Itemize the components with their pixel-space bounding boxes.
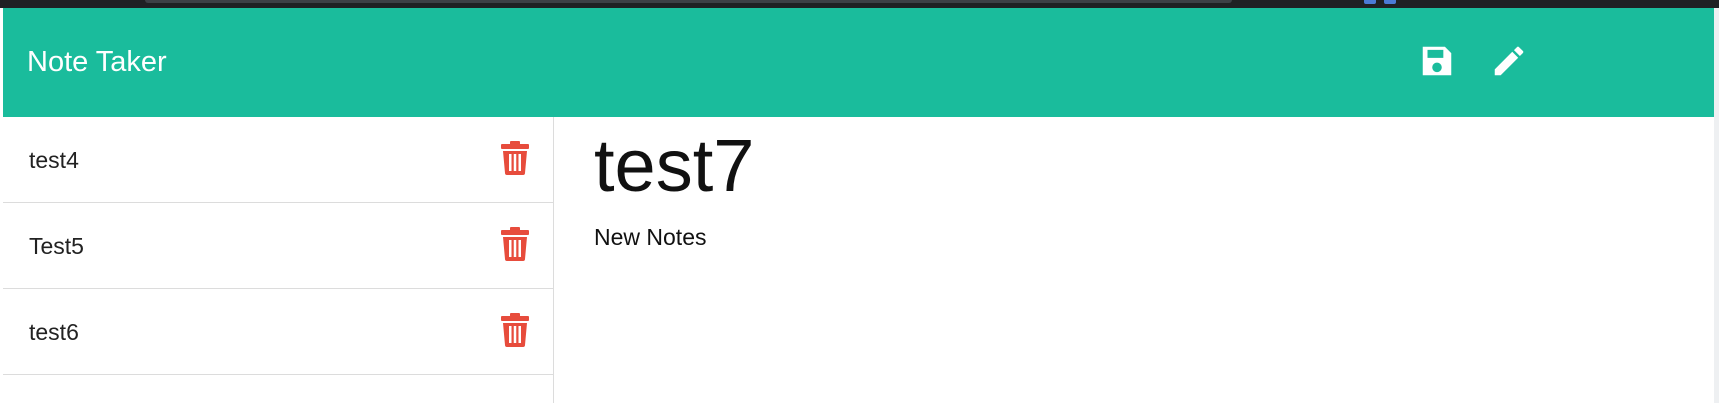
note-item-title: test4 (29, 147, 79, 173)
window-scrollbar-edge (1714, 8, 1719, 403)
trash-icon (501, 313, 529, 347)
delete-note-button[interactable] (500, 313, 530, 347)
note-text-input[interactable]: New Notes (594, 223, 1674, 383)
browser-extension-icon (1384, 0, 1396, 4)
trash-icon (501, 141, 529, 175)
new-note-button[interactable] (1489, 41, 1529, 81)
note-item-title: Test5 (29, 233, 84, 259)
note-list-item[interactable]: Test5 (3, 203, 553, 289)
save-note-button[interactable] (1417, 41, 1457, 81)
note-list-item[interactable]: test6 (3, 289, 553, 375)
browser-top-strip (0, 0, 1719, 8)
save-icon (1422, 46, 1452, 76)
note-list-item[interactable]: test4 (3, 117, 553, 203)
delete-note-button[interactable] (500, 227, 530, 261)
browser-extension-icon (1364, 0, 1376, 4)
note-item-title: test6 (29, 319, 79, 345)
brand-title[interactable]: Note Taker (27, 8, 167, 117)
trash-icon (501, 227, 529, 261)
navbar: Note Taker (3, 8, 1714, 117)
note-title-input[interactable] (594, 123, 1674, 209)
note-editor: New Notes (554, 117, 1714, 403)
browser-address-bar-edge (145, 0, 1232, 3)
pencil-icon (1494, 46, 1524, 76)
delete-note-button[interactable] (500, 141, 530, 175)
note-list: test4 Test5 test6 (3, 117, 554, 403)
